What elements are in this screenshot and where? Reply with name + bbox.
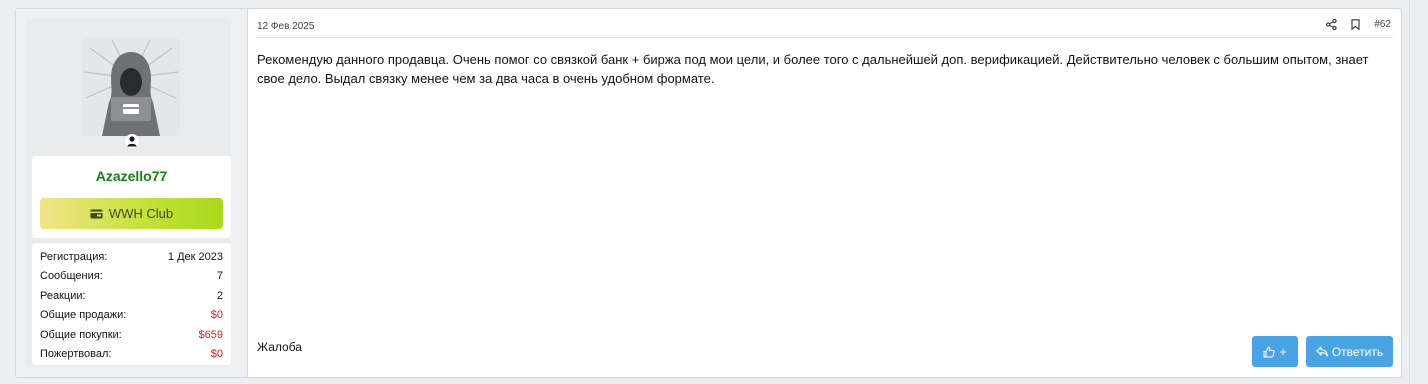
stat-label: Общие продажи: [40,309,127,322]
stat-row-purchases: Общие покупки: $659 [40,325,223,345]
stat-row-messages: Сообщения: 7 [40,267,223,287]
stat-label: Пожертвовал: [40,348,112,361]
like-button[interactable]: + [1252,336,1298,367]
post-number[interactable]: #62 [1374,19,1391,30]
stat-label: Регистрация: [40,250,108,263]
post-date[interactable]: 12 Фев 2025 [257,21,314,32]
user-card: Azazello77 WWH Club Регистрация: 1 Дек 2… [26,19,231,367]
stat-value: 2 [216,289,223,302]
reply-button[interactable]: Ответить [1306,336,1393,367]
share-icon[interactable] [1326,19,1337,30]
user-banner: WWH Club [40,198,223,229]
reply-icon [1316,346,1328,357]
stat-row-registration: Регистрация: 1 Дек 2023 [40,247,223,267]
stat-label: Общие покупки: [40,328,122,341]
reply-label: Ответить [1331,344,1384,359]
stat-row-reactions: Реакции: 2 [40,286,223,306]
stat-row-donated: Пожертвовал: $0 [40,345,223,365]
stat-label: Сообщения: [40,270,103,283]
stat-value: 1 Дек 2023 [167,250,223,263]
stat-value: $0 [210,309,223,322]
post-actions: #62 [1312,19,1391,30]
card-icon [90,209,103,218]
user-panel: Azazello77 WWH Club Регистрация: 1 Дек 2… [16,9,248,377]
user-stats: Регистрация: 1 Дек 2023 Сообщения: 7 Реа… [32,243,231,365]
stat-label: Реакции: [40,289,86,302]
post-content: 12 Фев 2025 #62 Рекомендую данного прода… [248,9,1401,377]
like-label: + [1279,344,1287,359]
post-message: Рекомендую данного продавца. Очень помог… [257,52,1369,86]
stat-value: $0 [210,348,223,361]
bookmark-icon[interactable] [1351,19,1360,30]
stat-value: $659 [198,328,223,341]
post-header: 12 Фев 2025 #62 [256,9,1393,38]
banner-label: WWH Club [108,206,174,221]
username-link[interactable]: Azazello77 [32,168,231,184]
hacker-avatar-icon [83,39,179,136]
stat-value: 7 [216,270,223,283]
report-link[interactable]: Жалоба [257,340,302,354]
page-scrollbar[interactable] [1409,0,1428,384]
stat-row-sales: Общие продажи: $0 [40,306,223,326]
username-card: Azazello77 WWH Club [32,156,231,238]
forum-post: Azazello77 WWH Club Регистрация: 1 Дек 2… [15,8,1402,378]
thumbs-up-icon [1263,345,1276,357]
user-online-icon [125,134,139,148]
avatar[interactable] [82,38,180,136]
